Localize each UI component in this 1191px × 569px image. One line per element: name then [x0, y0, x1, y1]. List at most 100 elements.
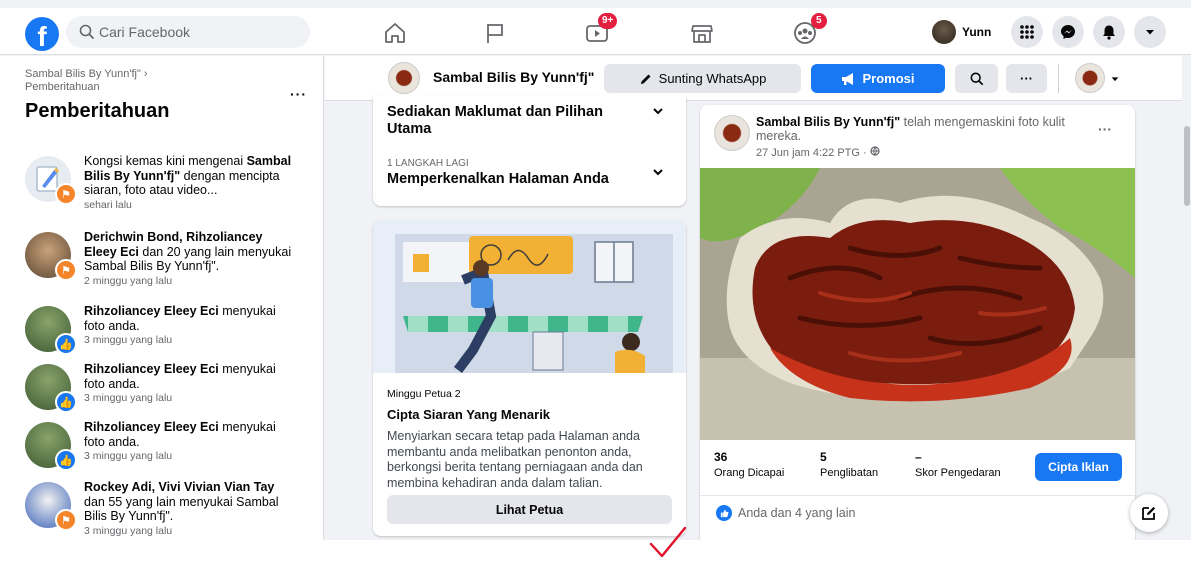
messenger-button[interactable] [1052, 16, 1084, 48]
reach-label: Orang Dicapai [714, 467, 785, 479]
notification-item[interactable]: ⚑ Kongsi kemas kini mengenai Sambal Bili… [25, 154, 305, 214]
menu-grid-icon [1020, 25, 1034, 39]
flag-icon[interactable] [482, 20, 508, 46]
page-name[interactable]: Sambal Bilis By Yunn'fj" [433, 69, 594, 85]
caret-down-icon [1146, 30, 1154, 35]
notification-text: Derichwin Bond, Rihzoliancey Eleey Eci d… [84, 230, 294, 288]
search-icon [970, 72, 983, 85]
notification-item[interactable]: ⚑ Derichwin Bond, Rihzoliancey Eleey Eci… [25, 230, 305, 290]
notification-time: 3 minggu yang lalu [84, 392, 173, 404]
chevron-down-icon[interactable] [651, 165, 665, 179]
notifications-button[interactable] [1093, 16, 1125, 48]
scrollbar-thumb[interactable] [1184, 126, 1190, 206]
tip-week-label: Minggu Petua 2 [387, 388, 461, 400]
post-insights: 36 Orang Dicapai 5 Penglibatan – Skor Pe… [700, 440, 1135, 496]
tip-title: Cipta Siaran Yang Menarik [387, 407, 551, 422]
storefront-illustration [373, 220, 686, 373]
post-timestamp[interactable]: 27 Jun jam 4:22 PTG · [756, 146, 880, 159]
facebook-window: f 9+ 5 Yunn Sambal Bilis By Y [0, 0, 1191, 540]
globe-icon [870, 146, 880, 156]
page-search-button[interactable] [955, 64, 998, 93]
promote-button[interactable]: Promosi [811, 64, 945, 93]
profile-button[interactable]: Yunn [930, 16, 1000, 48]
post-author[interactable]: Sambal Bilis By Yunn'fj" [756, 115, 900, 129]
page-title: Pemberitahuan [25, 100, 170, 122]
setup-item-title[interactable]: Memperkenalkan Halaman Anda [387, 171, 632, 188]
notification-item[interactable]: 👍 Rihzoliancey Eleey Eci menyukai foto a… [25, 304, 305, 364]
like-icon [716, 505, 732, 521]
edit-whatsapp-button[interactable]: Sunting WhatsApp [604, 64, 801, 93]
caret-down-icon[interactable] [1110, 74, 1120, 84]
search-icon [79, 24, 95, 40]
home-icon[interactable] [382, 20, 408, 46]
marketplace-icon[interactable] [689, 20, 715, 46]
like-icon: 👍 [55, 449, 77, 471]
search-input[interactable] [99, 16, 299, 48]
engagement-label: Penglibatan [820, 467, 879, 479]
more-options-icon[interactable]: ··· [290, 86, 307, 102]
like-icon: 👍 [55, 333, 77, 355]
breadcrumb: Sambal Bilis By Yunn'fj" › Pemberitahuan [25, 68, 225, 94]
page-flag-icon: ⚑ [55, 509, 77, 531]
distribution-score-value: – [915, 450, 922, 464]
view-tips-button[interactable]: Lihat Petua [387, 495, 672, 524]
account-menu-button[interactable] [1134, 16, 1166, 48]
reach-value: 36 [714, 450, 728, 464]
scrollbar[interactable] [1182, 56, 1191, 540]
tip-body: Menyiarkan secara tetap pada Halaman and… [387, 429, 643, 490]
notification-time: 3 minggu yang lalu [84, 334, 173, 346]
edit-whatsapp-label: Sunting WhatsApp [658, 71, 767, 86]
page-flag-icon: ⚑ [55, 259, 77, 281]
pencil-icon [640, 74, 651, 84]
notifications-sidebar: Sambal Bilis By Yunn'fj" › Pemberitahuan… [0, 56, 324, 540]
notification-item[interactable]: 👍 Rihzoliancey Eleey Eci menyukai foto a… [25, 420, 305, 480]
bell-icon [1103, 25, 1115, 40]
breadcrumb-page-link[interactable]: Sambal Bilis By Yunn'fj" › [25, 68, 225, 81]
megaphone-icon [842, 72, 854, 85]
notification-text: Rihzoliancey Eleey Eci menyukai foto and… [84, 420, 294, 463]
notification-text: Rihzoliancey Eleey Eci menyukai foto and… [84, 362, 294, 405]
switch-profile-avatar[interactable] [1075, 63, 1105, 93]
like-icon: 👍 [55, 391, 77, 413]
page-setup-card: Sediakan Maklumat dan Pilihan Utama 1 LA… [373, 95, 686, 206]
compose-icon [1142, 506, 1156, 520]
create-ad-button[interactable]: Cipta Iklan [1035, 453, 1122, 481]
messenger-icon [1061, 25, 1075, 39]
post-reactions[interactable]: Anda dan 4 yang lain [716, 505, 855, 521]
top-navigation-bar: f 9+ 5 Yunn [0, 8, 1191, 55]
setup-step-label: 1 LANGKAH LAGI [387, 158, 469, 169]
notification-time: 3 minggu yang lalu [84, 524, 173, 537]
engagement-value: 5 [820, 450, 827, 464]
page-flag-icon: ⚑ [55, 183, 77, 205]
notification-item[interactable]: ⚑ Rockey Adi, Vivi Vivian Vian Tay dan 5… [25, 480, 305, 540]
notification-text: Rockey Adi, Vivi Vivian Vian Tay dan 55 … [84, 480, 294, 538]
annotation-area [0, 526, 1191, 569]
setup-item-title[interactable]: Sediakan Maklumat dan Pilihan Utama [387, 104, 632, 138]
notification-text: Rihzoliancey Eleey Eci menyukai foto and… [84, 304, 294, 347]
new-message-button[interactable] [1130, 494, 1168, 532]
notification-time: sehari lalu [84, 198, 132, 211]
profile-name: Yunn [962, 25, 992, 39]
reactions-text: Anda dan 4 yang lain [738, 506, 856, 520]
watch-badge: 9+ [598, 13, 618, 29]
checkmark-icon [649, 526, 687, 558]
tips-card: Minggu Petua 2 Cipta Siaran Yang Menarik… [373, 220, 686, 536]
page-more-button[interactable]: ··· [1006, 64, 1047, 93]
post-author-avatar[interactable] [714, 115, 750, 151]
menu-grid-button[interactable] [1011, 16, 1043, 48]
chevron-down-icon[interactable] [651, 104, 665, 118]
distribution-score-label: Skor Pengedaran [915, 467, 1001, 479]
post-more-icon[interactable]: ··· [1098, 121, 1112, 137]
page-avatar[interactable] [388, 62, 420, 94]
post-photo[interactable] [700, 168, 1135, 440]
notification-item[interactable]: 👍 Rihzoliancey Eleey Eci menyukai foto a… [25, 362, 305, 422]
post-header: Sambal Bilis By Yunn'fj" telah mengemask… [756, 115, 1065, 143]
search-box[interactable] [66, 16, 310, 48]
post-card: Sambal Bilis By Yunn'fj" telah mengemask… [700, 105, 1135, 540]
avatar [932, 20, 956, 44]
breadcrumb-current: Pemberitahuan [25, 81, 100, 93]
notification-time: 2 minggu yang lalu [84, 274, 173, 287]
facebook-logo[interactable]: f [25, 17, 59, 51]
divider [1058, 64, 1059, 93]
notification-text: Kongsi kemas kini mengenai Sambal Bilis … [84, 154, 294, 212]
